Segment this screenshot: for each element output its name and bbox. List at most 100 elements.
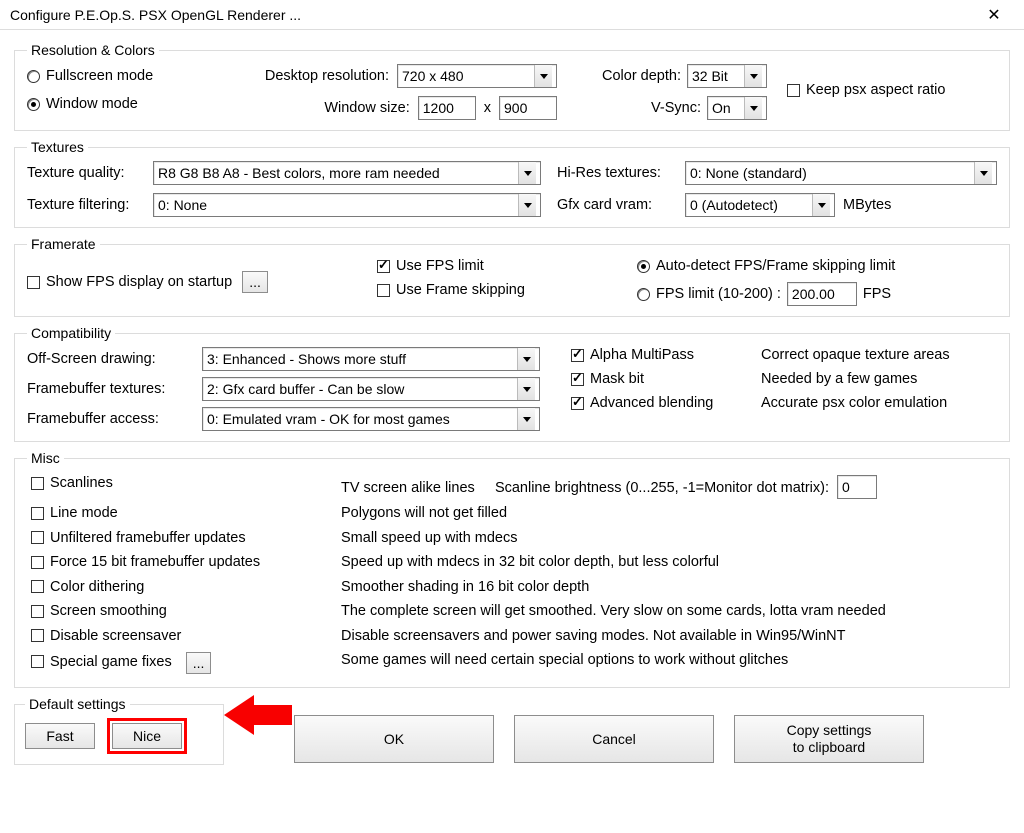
checkbox-smooth[interactable]: Screen smoothing [31,603,167,619]
checkbox-force15[interactable]: Force 15 bit framebuffer updates [31,554,260,570]
checkbox-icon [31,580,44,593]
checkbox-adv-blend[interactable]: Advanced blending [571,395,761,411]
misc-row-smooth: Screen smoothing The complete screen wil… [27,600,997,625]
group-defaults: Default settings Fast Nice [14,696,224,765]
label-mbytes: MBytes [843,197,891,213]
label-offscreen: Off-Screen drawing: [27,351,202,367]
misc-row-unfilt: Unfiltered framebuffer updates Small spe… [27,527,997,552]
checkbox-keep-aspect[interactable]: Keep psx aspect ratio [787,82,945,98]
checkbox-disable-ss[interactable]: Disable screensaver [31,628,181,644]
desc-force15: Speed up with mdecs in 32 bit color dept… [341,554,719,570]
desc-smooth: The complete screen will get smoothed. V… [341,603,886,619]
misc-row-force15: Force 15 bit framebuffer updates Speed u… [27,551,997,576]
label-vram: Gfx card vram: [557,197,685,213]
chevron-down-icon [517,408,535,430]
label-hires: Hi-Res textures: [557,165,685,181]
radio-fps-limit[interactable]: FPS limit (10-200) : 200.00 FPS [637,282,891,306]
desc-scanlines: TV screen alike lines [341,480,475,496]
label-tex-filter: Texture filtering: [27,197,153,213]
checkbox-show-fps[interactable]: Show FPS display on startup [27,274,232,290]
input-window-h[interactable]: 900 [499,96,557,120]
input-brightness[interactable]: 0 [837,475,877,499]
radio-icon [27,70,40,83]
button-ok[interactable]: OK [294,715,494,763]
desc-unfilt: Small speed up with mdecs [341,530,518,546]
radio-window[interactable]: Window mode [27,96,138,112]
misc-row-dither: Color dithering Smoother shading in 16 b… [27,576,997,601]
desc-disable-ss: Disable screensavers and power saving mo… [341,628,846,644]
combo-fbaccess[interactable]: 0: Emulated vram - OK for most games [202,407,540,431]
checkbox-icon [571,349,584,362]
button-fixes-config[interactable]: ... [186,652,212,674]
button-copy-clipboard[interactable]: Copy settings to clipboard [734,715,924,763]
combo-fbtex[interactable]: 2: Gfx card buffer - Can be slow [202,377,540,401]
desc-dither: Smoother shading in 16 bit color depth [341,579,589,595]
checkbox-icon [31,477,44,490]
chevron-down-icon [518,194,536,216]
combo-color-depth[interactable]: 32 Bit [687,64,767,88]
button-fast[interactable]: Fast [25,723,95,749]
input-window-w[interactable]: 1200 [418,96,476,120]
group-compat: Compatibility Off-Screen drawing: 3: Enh… [14,325,1010,442]
checkbox-icon [31,629,44,642]
chevron-down-icon [517,378,535,400]
checkbox-icon [31,556,44,569]
legend-misc: Misc [27,450,64,466]
checkbox-dither[interactable]: Color dithering [31,579,144,595]
highlight-nice: Nice [107,718,187,754]
misc-row-fixes: Special game fixes ... Some games will n… [27,649,997,677]
checkbox-icon [31,531,44,544]
radio-auto-detect[interactable]: Auto-detect FPS/Frame skipping limit [637,258,895,274]
combo-hires[interactable]: 0: None (standard) [685,161,997,185]
chevron-down-icon [974,162,992,184]
group-framerate: Framerate Show FPS display on startup ..… [14,236,1010,317]
checkbox-unfilt[interactable]: Unfiltered framebuffer updates [31,530,246,546]
legend-resolution: Resolution & Colors [27,42,159,58]
close-icon[interactable]: ✕ [974,5,1014,25]
desc-linemode: Polygons will not get filled [341,505,507,521]
checkbox-scanlines[interactable]: Scanlines [31,475,113,491]
label-brightness: Scanline brightness (0...255, -1=Monitor… [495,480,829,496]
x-label: x [484,100,491,116]
checkbox-use-frame-skip[interactable]: Use Frame skipping [377,282,525,298]
checkbox-alpha[interactable]: Alpha MultiPass [571,347,761,363]
chevron-down-icon [518,162,536,184]
legend-defaults: Default settings [25,696,130,712]
combo-vram[interactable]: 0 (Autodetect) [685,193,835,217]
button-fps-config[interactable]: ... [242,271,268,293]
combo-desktop-res[interactable]: 720 x 480 [397,64,557,88]
checkbox-icon [571,373,584,386]
button-cancel[interactable]: Cancel [514,715,714,763]
legend-framerate: Framerate [27,236,100,252]
combo-offscreen[interactable]: 3: Enhanced - Shows more stuff [202,347,540,371]
checkbox-icon [27,276,40,289]
label-window-size: Window size: [324,100,409,116]
chevron-down-icon [744,97,762,119]
desc-adv-blend: Accurate psx color emulation [761,395,947,411]
input-fps-limit[interactable]: 200.00 [787,282,857,306]
label-tex-quality: Texture quality: [27,165,153,181]
group-misc: Misc Scanlines TV screen alike lines Sca… [14,450,1010,688]
chevron-down-icon [812,194,830,216]
radio-icon [637,288,650,301]
label-vsync: V-Sync: [651,100,701,116]
combo-vsync[interactable]: On [707,96,767,120]
checkbox-icon [31,655,44,668]
button-nice[interactable]: Nice [112,723,182,749]
checkbox-mask[interactable]: Mask bit [571,371,761,387]
checkbox-fixes[interactable]: Special game fixes [31,654,172,670]
checkbox-icon [377,284,390,297]
checkbox-use-fps-limit[interactable]: Use FPS limit [377,258,484,274]
radio-fullscreen[interactable]: Fullscreen mode [27,68,153,84]
legend-textures: Textures [27,139,88,155]
combo-tex-quality[interactable]: R8 G8 B8 A8 - Best colors, more ram need… [153,161,541,185]
chevron-down-icon [744,65,762,87]
desc-fixes: Some games will need certain special opt… [341,652,788,668]
checkbox-linemode[interactable]: Line mode [31,505,118,521]
checkbox-icon [571,397,584,410]
combo-tex-filter[interactable]: 0: None [153,193,541,217]
label-fbaccess: Framebuffer access: [27,411,202,427]
checkbox-icon [787,84,800,97]
titlebar: Configure P.E.Op.S. PSX OpenGL Renderer … [0,0,1024,30]
radio-icon [27,98,40,111]
